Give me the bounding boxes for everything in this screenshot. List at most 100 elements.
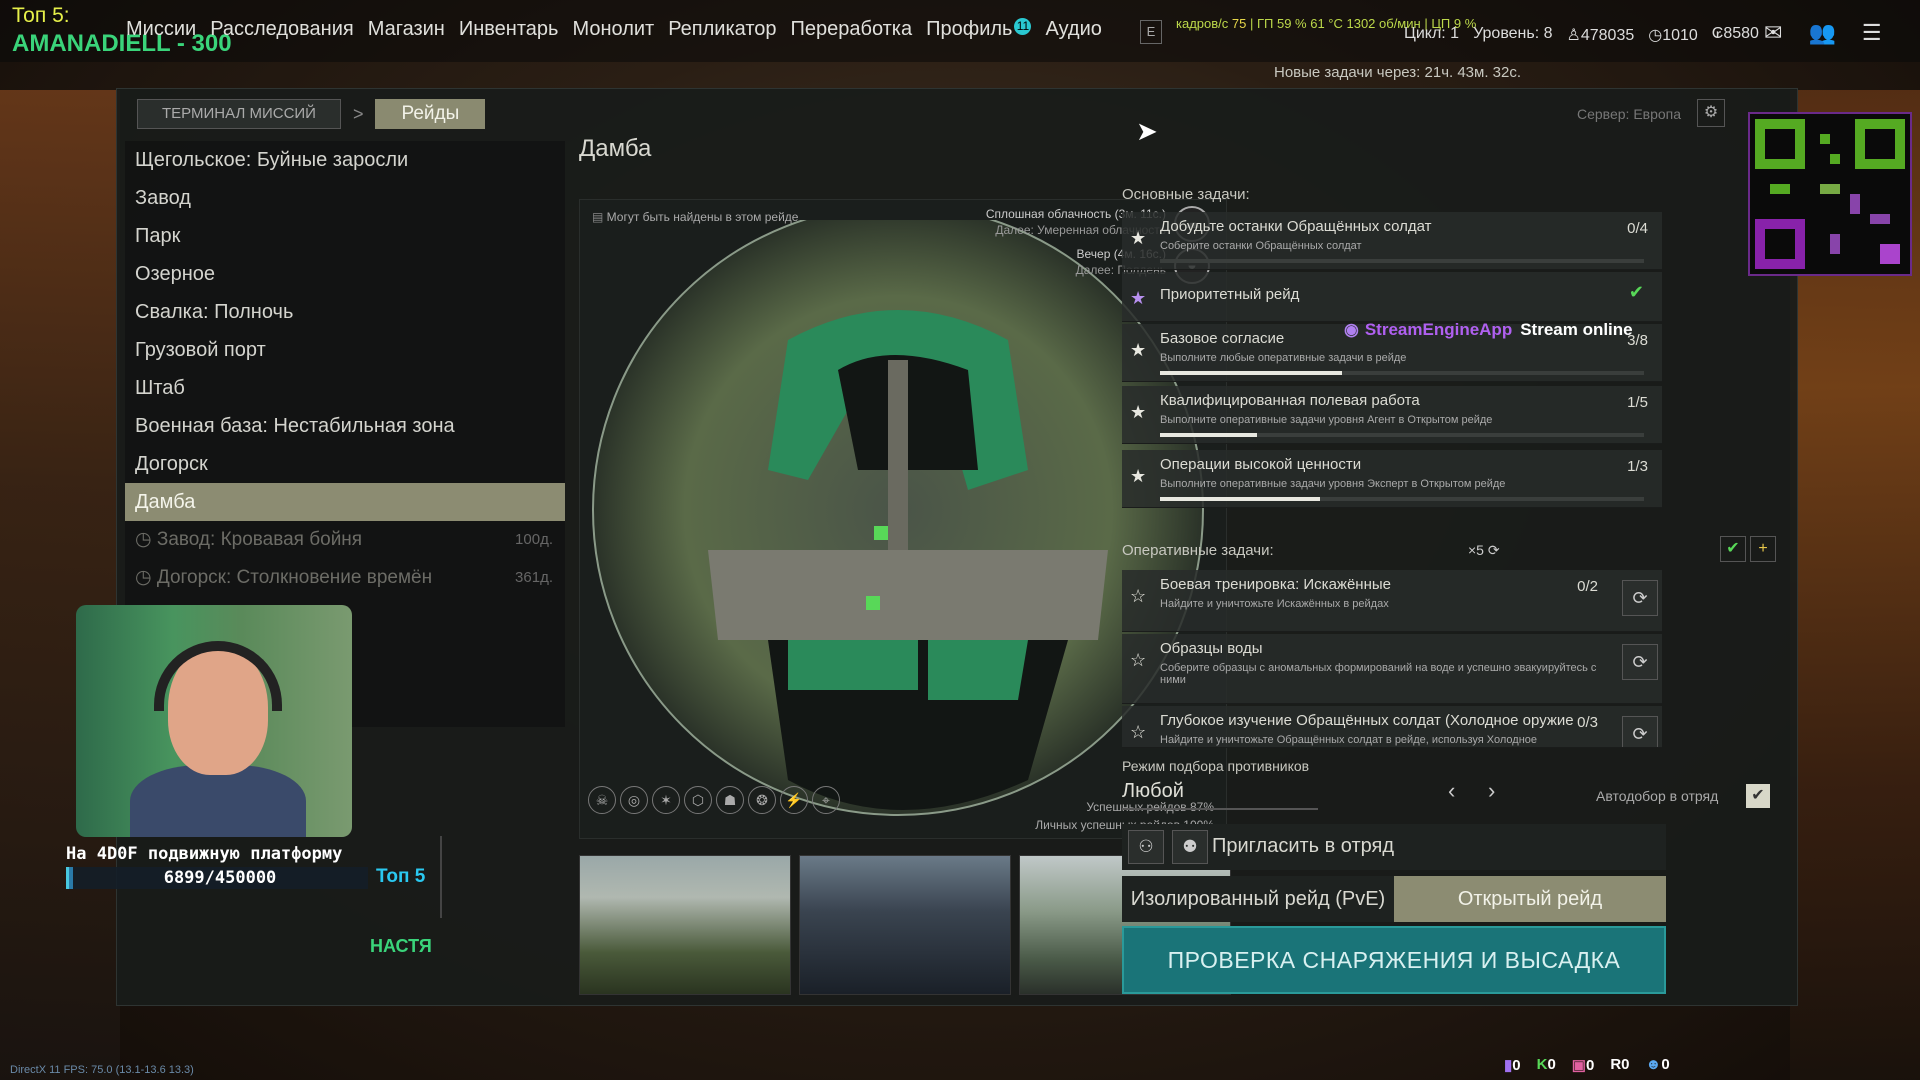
- refresh-task-icon[interactable]: ⟳: [1622, 716, 1658, 747]
- rep-stat: ♙478035: [1567, 25, 1635, 45]
- mail-icon[interactable]: ✉: [1764, 20, 1782, 46]
- counter-value: 0: [1585, 1057, 1595, 1074]
- add-friend-icon[interactable]: ⚇: [1128, 830, 1164, 864]
- nav-monolith[interactable]: Монолит: [572, 18, 654, 41]
- clock-icon: ◷: [135, 529, 157, 550]
- op-task[interactable]: ☆ Образцы воды Соберите образцы с аномал…: [1122, 634, 1662, 704]
- nav-audio[interactable]: Аудио: [1045, 18, 1101, 41]
- server-label: Сервер: Европа: [1577, 106, 1682, 122]
- thumbnail-dam[interactable]: [579, 855, 791, 995]
- counter: ▮0: [1504, 1056, 1521, 1074]
- location-item[interactable]: Штаб: [125, 369, 565, 407]
- task-progress: [1160, 497, 1644, 501]
- main-task-priority[interactable]: ★ Приоритетный рейд ✔: [1122, 272, 1662, 322]
- task-count: 0/4: [1627, 220, 1648, 237]
- main-nav: Миссии Расследования Магазин Инвентарь М…: [126, 18, 1102, 41]
- stream-engine-overlay: ◉ StreamEngineApp Stream online: [1344, 320, 1633, 340]
- add-squad-icon[interactable]: ⚉: [1172, 830, 1208, 864]
- event-item[interactable]: ◷ Догорск: Столкновение времён 361д.: [125, 559, 565, 597]
- matchmaking-label: Режим подбора противников: [1122, 758, 1310, 774]
- chevron-right-icon[interactable]: ›: [1488, 778, 1495, 804]
- matchmaking-value[interactable]: Любой: [1122, 780, 1184, 803]
- location-item[interactable]: Щегольское: Буйные заросли: [125, 141, 565, 179]
- currency1-stat: ◷1010: [1648, 25, 1698, 45]
- exit-marker-icon: [866, 596, 880, 610]
- stream-engine-status: Stream online: [1520, 320, 1633, 339]
- top-bar: Топ 5: AMANADIELL - 300 Миссии Расследов…: [0, 0, 1920, 62]
- task-title: Базовое согласие: [1160, 330, 1285, 347]
- location-item[interactable]: Грузовой порт: [125, 331, 565, 369]
- settings-gear-icon[interactable]: ⚙: [1697, 99, 1725, 127]
- task-title: Глубокое изучение Обращённых солдат (Хол…: [1160, 712, 1574, 729]
- refresh-task-icon[interactable]: ⟳: [1622, 644, 1658, 680]
- rep-value: 478035: [1580, 27, 1635, 44]
- chevron-left-icon[interactable]: ‹: [1448, 778, 1455, 804]
- breadcrumb: ТЕРМИНАЛ МИССИЙ > Рейды: [137, 99, 486, 129]
- tab-open-raid[interactable]: Открытый рейд: [1394, 876, 1666, 922]
- location-item[interactable]: Парк: [125, 217, 565, 255]
- main-task[interactable]: ★ Квалифицированная полевая работа Выпол…: [1122, 386, 1662, 444]
- friends-icon[interactable]: 👥: [1808, 20, 1835, 46]
- op-task[interactable]: ☆ Боевая тренировка: Искажённые Найдите …: [1122, 570, 1662, 632]
- nav-replicator[interactable]: Репликатор: [668, 18, 776, 41]
- location-item[interactable]: Военная база: Нестабильная зона: [125, 407, 565, 445]
- menu-icon[interactable]: ☰: [1862, 20, 1882, 46]
- breadcrumb-raids[interactable]: Рейды: [375, 99, 486, 129]
- op-task[interactable]: ☆ Глубокое изучение Обращённых солдат (Х…: [1122, 706, 1662, 748]
- invite-label[interactable]: Пригласить в отряд: [1212, 835, 1394, 858]
- nav-investigations[interactable]: Расследования: [210, 18, 354, 41]
- counter: ▣0: [1572, 1056, 1595, 1074]
- counter-value: 0: [1661, 1056, 1670, 1073]
- raid-mode-tabs: Изолированный рейд (PvE) Открытый рейд: [1122, 876, 1666, 922]
- event-item[interactable]: ◷ Завод: Кровавая бойня 100д.: [125, 521, 565, 559]
- event-name: ◷ Догорск: Столкновение времён: [135, 559, 432, 597]
- star-icon: ★: [1130, 340, 1147, 360]
- webcam-person-body: [130, 765, 306, 837]
- location-item[interactable]: Догорск: [125, 445, 565, 483]
- auto-squad-checkbox[interactable]: ✔: [1746, 784, 1770, 808]
- rep-icon: ♙: [1566, 27, 1581, 44]
- currency2-value: 8580: [1723, 25, 1759, 42]
- nav-missions[interactable]: Миссии: [126, 18, 196, 41]
- qr-code: [1748, 112, 1912, 276]
- op-multiplier: ×5 ⟳: [1468, 542, 1500, 559]
- accept-all-icon[interactable]: ✔: [1720, 536, 1746, 562]
- tab-isolated-raid[interactable]: Изолированный рейд (PvE): [1122, 876, 1394, 922]
- location-item-selected[interactable]: Дамба: [125, 483, 565, 521]
- location-item[interactable]: Завод: [125, 179, 565, 217]
- qr-pattern: [1755, 119, 1905, 269]
- task-desc: Выполните оперативные задачи уровня Эксп…: [1160, 478, 1506, 490]
- new-tasks-timer: Новые задачи через: 21ч. 43м. 32с.: [1274, 64, 1522, 81]
- check-icon: ✔: [1628, 282, 1644, 302]
- nav-recycling[interactable]: Переработка: [791, 18, 913, 41]
- location-item[interactable]: Озерное: [125, 255, 565, 293]
- thumbnail-interior[interactable]: [799, 855, 1011, 995]
- main-task[interactable]: ★ Добудьте останки Обращённых солдат Соб…: [1122, 212, 1662, 270]
- deploy-button[interactable]: ПРОВЕРКА СНАРЯЖЕНИЯ И ВЫСАДКА: [1122, 926, 1666, 994]
- task-desc: Найдите и уничтожьте Искажённых в рейдах: [1160, 598, 1389, 610]
- kick-icon: K: [1536, 1056, 1548, 1073]
- task-progress: [1160, 259, 1644, 263]
- counter-value: 0: [1621, 1056, 1630, 1073]
- star-outline-icon: ☆: [1130, 722, 1147, 742]
- breadcrumb-terminal[interactable]: ТЕРМИНАЛ МИССИЙ: [137, 99, 341, 129]
- nav-shop[interactable]: Магазин: [368, 18, 445, 41]
- task-count: 1/3: [1627, 458, 1648, 475]
- headphones-icon: [154, 641, 282, 711]
- nav-inventory[interactable]: Инвентарь: [459, 18, 559, 41]
- donation-goal-text: На 4D0F подвижную платформу: [66, 844, 343, 864]
- main-task[interactable]: ★ Операции высокой ценности Выполните оп…: [1122, 450, 1662, 508]
- fps-label: кадров/с: [1176, 16, 1229, 31]
- task-desc: Соберите образцы с аномальных формирован…: [1160, 662, 1597, 686]
- artifact-icon: ❂: [748, 786, 776, 814]
- overlay-divider: [440, 836, 442, 918]
- refresh-icon: ⟳: [1487, 542, 1500, 558]
- add-icon[interactable]: +: [1750, 536, 1776, 562]
- energy-icon: ⚡: [780, 786, 808, 814]
- location-item[interactable]: Свалка: Полночь: [125, 293, 565, 331]
- currency2-stat: ₢8580: [1712, 25, 1759, 45]
- star-icon: ★: [1130, 228, 1147, 248]
- refresh-task-icon[interactable]: ⟳: [1622, 580, 1658, 616]
- currency1-value: 1010: [1662, 27, 1698, 44]
- nav-profile[interactable]: Профиль 11: [926, 18, 1032, 41]
